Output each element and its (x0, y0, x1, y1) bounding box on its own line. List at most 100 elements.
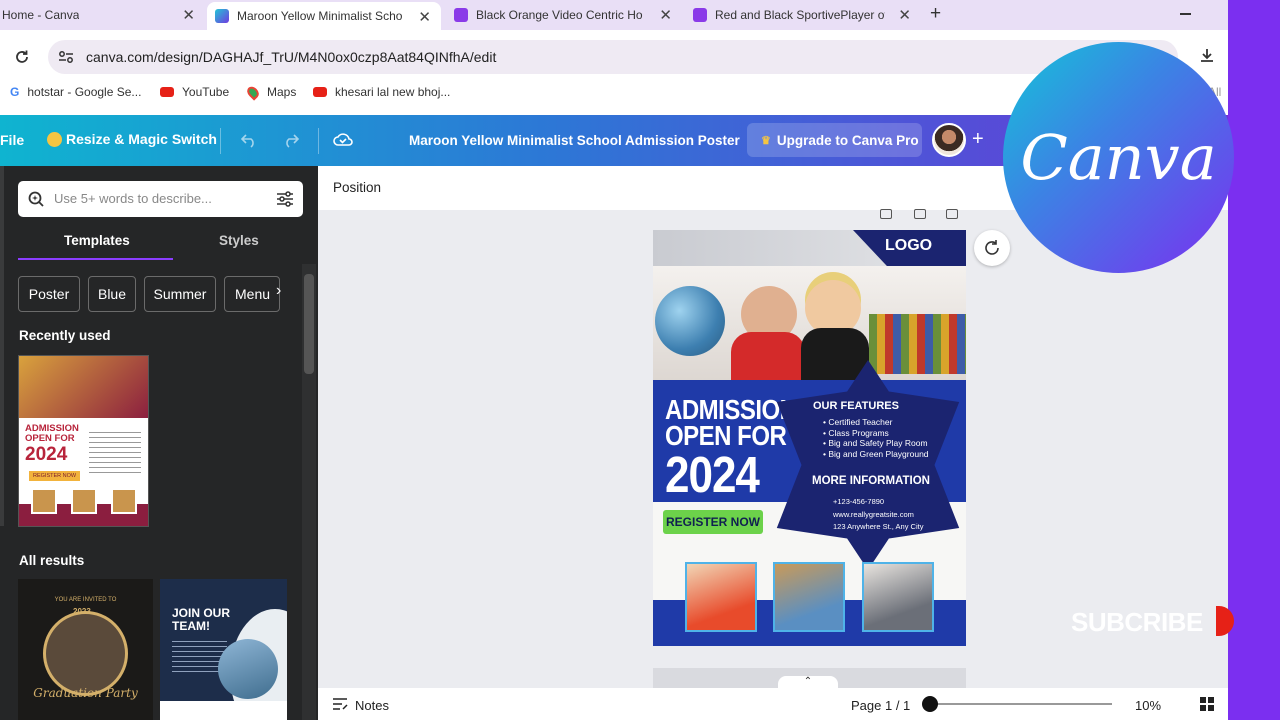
lock-icon[interactable] (880, 209, 892, 219)
file-menu[interactable]: File (0, 132, 24, 148)
recent-template-thumbnail[interactable]: ADMISSION OPEN FOR 2024 REGISTER NOW (18, 355, 149, 527)
search-placeholder: Use 5+ words to describe... (54, 191, 212, 206)
canva-heart-favicon-icon (693, 8, 707, 22)
poster-logo: LOGO (885, 237, 933, 254)
refresh-comment-button[interactable] (974, 230, 1010, 266)
thumbnail-photo-small (71, 488, 97, 514)
panel-edge (0, 166, 4, 526)
zoom-slider-knob[interactable] (922, 696, 938, 712)
redo-icon[interactable] (282, 132, 300, 148)
bookmark-maps[interactable]: Maps (244, 83, 296, 101)
add-collaborator-button[interactable]: + (972, 128, 984, 151)
tab-red-black-sportive[interactable]: Red and Black SportivePlayer of ✕ (685, 0, 921, 30)
youtube-icon (313, 87, 327, 97)
tab-styles[interactable]: Styles (219, 233, 259, 248)
poster-year: 2024 (665, 447, 760, 504)
google-icon: G (10, 85, 20, 99)
download-icon[interactable] (1198, 47, 1216, 65)
minimize-window-icon[interactable] (1180, 13, 1191, 15)
tab-title: Black Orange Video Centric Ho (476, 8, 643, 22)
tab-maroon-yellow-poster[interactable]: Maroon Yellow Minimalist Scho ✕ (207, 2, 441, 30)
reload-icon[interactable] (14, 49, 30, 65)
new-tab-button[interactable]: + (930, 3, 941, 25)
feature-item: • Big and Green Playground (823, 448, 929, 459)
chip-blue[interactable]: Blue (88, 276, 136, 312)
close-tab-icon[interactable]: ✕ (898, 6, 911, 24)
filter-sliders-icon[interactable] (276, 191, 294, 207)
zoom-level[interactable]: 10% (1135, 698, 1161, 713)
resize-magic-switch-button[interactable]: Resize & Magic Switch (47, 131, 217, 147)
feature-item: • Class Programs (823, 427, 889, 438)
notes-button[interactable]: Notes (355, 698, 389, 713)
comment-refresh-icon (985, 240, 999, 255)
thumbnail-year: 2023 (73, 607, 91, 616)
poster-photo-1 (685, 562, 757, 632)
url-text: canva.com/design/DAGHAJf_TrU/M4N0ox0czp8… (86, 49, 497, 65)
user-avatar[interactable] (932, 123, 966, 157)
poster-page[interactable]: LOGO ADMISSION OPEN FOR 2024 REGISTER NO… (653, 230, 966, 646)
tab-templates[interactable]: Templates (64, 233, 130, 248)
url-field[interactable]: canva.com/design/DAGHAJf_TrU/M4N0ox0czp8… (48, 40, 1178, 74)
thumbnail-photo-small (111, 488, 137, 514)
tab-title: Red and Black SportivePlayer of (715, 8, 885, 22)
close-tab-icon[interactable]: ✕ (418, 8, 431, 26)
bookmark-label: YouTube (182, 85, 230, 99)
add-page-icon[interactable] (946, 209, 958, 219)
undo-icon[interactable] (240, 132, 258, 148)
templates-panel: Use 5+ words to describe... Templates St… (0, 166, 318, 720)
crown-icon: ♛ (761, 134, 771, 147)
close-tab-icon[interactable]: ✕ (659, 6, 672, 24)
poster-features-title: OUR FEATURES (813, 400, 899, 412)
all-results-heading: All results (19, 553, 85, 568)
resize-label: Resize & Magic Switch (66, 131, 217, 147)
search-sparkle-icon (28, 191, 44, 207)
canva-logo-badge: Canva (1003, 42, 1234, 273)
chip-menu[interactable]: Menu (224, 276, 280, 312)
tab-title: Home - Canva (2, 8, 80, 22)
recently-used-heading: Recently used (19, 328, 111, 343)
subscribe-text: SUBCRIBE (1071, 607, 1203, 637)
bookmark-hotstar[interactable]: G hotstar - Google Se... (10, 85, 141, 99)
bookmark-youtube[interactable]: YouTube (160, 85, 229, 99)
boy-shirt (731, 332, 805, 380)
thumbnail-headline: JOIN OUR TEAM! (172, 606, 231, 633)
site-settings-icon[interactable] (58, 50, 74, 64)
panel-scrollbar-thumb[interactable] (304, 274, 314, 374)
graduation-template-thumbnail[interactable]: YOU ARE INVITED TO 2023 Graduation Party (18, 579, 153, 720)
chip-poster[interactable]: Poster (18, 276, 80, 312)
bookmark-label: khesari lal new bhoj... (335, 85, 451, 99)
chevron-right-icon[interactable]: › (276, 282, 281, 300)
position-button[interactable]: Position (333, 180, 381, 195)
crown-icon (47, 131, 62, 147)
upgrade-label: Upgrade to Canva Pro (776, 132, 919, 148)
poster-register-button: REGISTER NOW (663, 510, 763, 534)
cloud-saved-icon[interactable] (332, 130, 354, 148)
grid-view-icon[interactable] (1200, 697, 1214, 711)
duplicate-page-icon[interactable] (914, 209, 926, 219)
globe-illustration (655, 286, 725, 356)
zoom-slider-track[interactable] (930, 703, 1112, 705)
tab-black-orange-video[interactable]: Black Orange Video Centric Ho ✕ (446, 0, 682, 30)
tab-home-canva[interactable]: Home - Canva ✕ (0, 0, 205, 30)
panel-scrollbar-track[interactable] (302, 264, 316, 720)
bookmark-khesari[interactable]: khesari lal new bhoj... (313, 85, 450, 99)
upgrade-button[interactable]: ♛ Upgrade to Canva Pro (747, 123, 922, 157)
template-search-input[interactable]: Use 5+ words to describe... (18, 181, 303, 217)
info-phone: +123-456-7890 (833, 497, 885, 506)
close-tab-icon[interactable]: ✕ (182, 6, 195, 24)
notes-icon[interactable] (332, 697, 348, 711)
thumbnail-cta: REGISTER NOW (29, 471, 81, 481)
poster-info-list: +123-456-7890 www.reallygreatsite.com 12… (833, 496, 923, 534)
thumbnail-headline: ADMISSION OPEN FOR (25, 423, 79, 444)
canva-heart-favicon-icon (454, 8, 468, 22)
divider (220, 128, 221, 154)
thumbnail-footer (160, 701, 287, 720)
chip-summer[interactable]: Summer (144, 276, 216, 312)
youtube-icon (160, 87, 174, 97)
boy-shirt (801, 328, 869, 380)
active-tab-indicator (18, 258, 173, 260)
document-title[interactable]: Maroon Yellow Minimalist School Admissio… (409, 133, 740, 148)
hiring-template-thumbnail[interactable]: JOIN OUR TEAM! (160, 579, 287, 720)
page-indicator[interactable]: Page 1 / 1 (851, 698, 910, 713)
video-side-bar (1228, 0, 1280, 720)
